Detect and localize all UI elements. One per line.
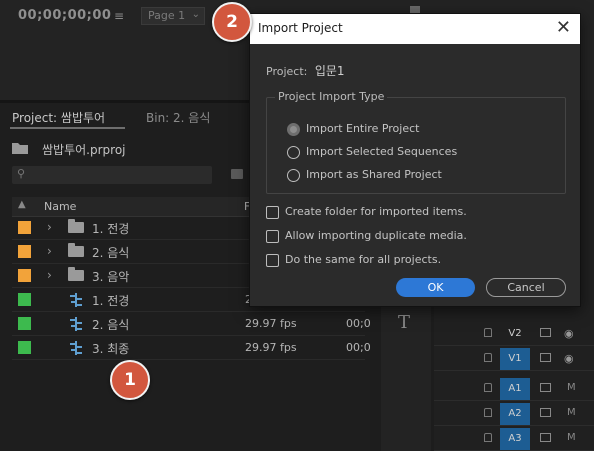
lock-icon[interactable] — [484, 383, 492, 392]
track-target-toggle[interactable]: A2 — [500, 403, 530, 425]
bin-view-icon[interactable] — [231, 169, 243, 179]
active-tab-indicator — [10, 127, 125, 129]
lock-icon[interactable] — [484, 328, 492, 337]
import-type-group: Project Import Type Import Entire Projec… — [266, 90, 566, 194]
bin-folder-icon — [68, 243, 84, 257]
item-name: 3. 최종 — [92, 342, 130, 356]
mute-icon[interactable]: M — [567, 407, 576, 418]
sequence-icon — [70, 341, 82, 355]
track-header[interactable]: A3 M — [434, 427, 594, 451]
radio-label[interactable]: Import as Shared Project — [306, 168, 442, 181]
search-icon: ⚲ — [17, 167, 26, 180]
bin-folder-icon — [68, 267, 84, 281]
item-name: 3. 음악 — [92, 270, 130, 284]
table-row[interactable]: 3. 최종 29.97 fps 00;0 — [12, 336, 371, 360]
item-name: 1. 전경 — [92, 294, 130, 308]
project-file-name: 쌈밥투어.prproj — [42, 143, 126, 157]
checkbox[interactable] — [266, 230, 279, 243]
track-target-toggle[interactable]: A1 — [500, 378, 530, 400]
checkbox-label[interactable]: Create folder for imported items. — [285, 205, 467, 218]
label-color-swatch[interactable] — [18, 221, 31, 234]
tab-project[interactable]: Project: 쌈밥투어 — [12, 109, 105, 126]
lock-icon[interactable] — [484, 353, 492, 362]
import-type-legend: Project Import Type — [275, 90, 388, 103]
track-target-toggle[interactable]: A3 — [500, 428, 530, 450]
sequence-icon — [70, 317, 82, 331]
page-dropdown[interactable]: Page 1 ⌄ — [141, 7, 205, 25]
sync-lock-icon[interactable] — [540, 433, 551, 442]
project-label: Project: — [266, 65, 308, 78]
eye-icon[interactable]: ◉ — [564, 352, 574, 365]
bin-folder-icon — [68, 219, 84, 233]
radio-button[interactable] — [287, 146, 300, 159]
item-framerate: 29.97 fps — [245, 317, 297, 330]
track-header[interactable]: A1 M — [434, 377, 594, 401]
checkbox[interactable] — [266, 254, 279, 267]
page-dropdown-value: Page 1 — [148, 9, 186, 22]
item-name: 2. 음식 — [92, 318, 130, 332]
chevron-right-icon[interactable]: › — [47, 268, 52, 282]
checkbox[interactable] — [266, 206, 279, 219]
item-media-start: 00;0 — [346, 341, 371, 354]
label-color-swatch[interactable] — [18, 317, 31, 330]
eye-icon[interactable]: ◉ — [564, 327, 574, 340]
dialog-title: Import Project — [258, 21, 343, 35]
sync-lock-icon[interactable] — [540, 383, 551, 392]
project-name: 입문1 — [314, 64, 345, 78]
sequence-icon — [70, 293, 82, 307]
project-folder-icon — [12, 143, 28, 154]
sync-lock-icon[interactable] — [540, 328, 551, 337]
chevron-right-icon[interactable]: › — [47, 220, 52, 234]
lock-icon[interactable] — [484, 433, 492, 442]
step-badge-1: 1 — [110, 360, 150, 400]
track-header[interactable]: V1 ◉ — [434, 347, 594, 371]
project-line: Project: 입문1 — [266, 62, 345, 79]
mute-icon[interactable]: M — [567, 432, 576, 443]
sort-ascending-icon[interactable]: ▲ — [18, 199, 26, 210]
label-color-swatch[interactable] — [18, 293, 31, 306]
type-tool-icon[interactable]: T — [398, 312, 410, 333]
track-target-toggle[interactable]: V2 — [500, 323, 530, 345]
radio-button[interactable] — [287, 123, 300, 136]
item-framerate: 29.97 fps — [245, 341, 297, 354]
checkbox-label[interactable]: Allow importing duplicate media. — [285, 229, 467, 242]
playhead-timecode[interactable]: 00;00;00;00 — [18, 8, 111, 23]
ok-button[interactable]: OK — [396, 278, 475, 297]
cancel-button[interactable]: Cancel — [486, 278, 566, 297]
label-color-swatch[interactable] — [18, 269, 31, 282]
chevron-right-icon[interactable]: › — [47, 244, 52, 258]
tab-bin[interactable]: Bin: 2. 음식 — [146, 109, 210, 126]
radio-label[interactable]: Import Entire Project — [306, 122, 419, 135]
lock-icon[interactable] — [484, 408, 492, 417]
close-icon[interactable]: ✕ — [556, 17, 571, 39]
label-color-swatch[interactable] — [18, 245, 31, 258]
sync-lock-icon[interactable] — [540, 353, 551, 362]
mute-icon[interactable]: M — [567, 382, 576, 393]
checkbox-label[interactable]: Do the same for all projects. — [285, 253, 441, 266]
panel-menu-icon[interactable]: ≡ — [114, 9, 124, 23]
track-header[interactable]: V2 ◉ — [434, 322, 594, 346]
step-badge-2: 2 — [212, 2, 252, 42]
import-project-dialog: Import Project ✕ Project: 입문1 Project Im… — [249, 13, 581, 307]
track-target-toggle[interactable]: V1 — [500, 348, 530, 370]
table-row[interactable]: 2. 음식 29.97 fps 00;0 — [12, 312, 371, 336]
label-color-swatch[interactable] — [18, 341, 31, 354]
chevron-down-icon: ⌄ — [191, 9, 200, 20]
dialog-titlebar: Import Project ✕ — [250, 14, 580, 44]
radio-button[interactable] — [287, 169, 300, 182]
item-media-start: 00;0 — [346, 317, 371, 330]
item-name: 1. 전경 — [92, 222, 130, 236]
column-name-header[interactable]: Name — [44, 200, 76, 213]
radio-label[interactable]: Import Selected Sequences — [306, 145, 457, 158]
track-header[interactable]: A2 M — [434, 402, 594, 426]
search-input[interactable]: ⚲ — [12, 166, 212, 184]
sync-lock-icon[interactable] — [540, 408, 551, 417]
item-name: 2. 음식 — [92, 246, 130, 260]
